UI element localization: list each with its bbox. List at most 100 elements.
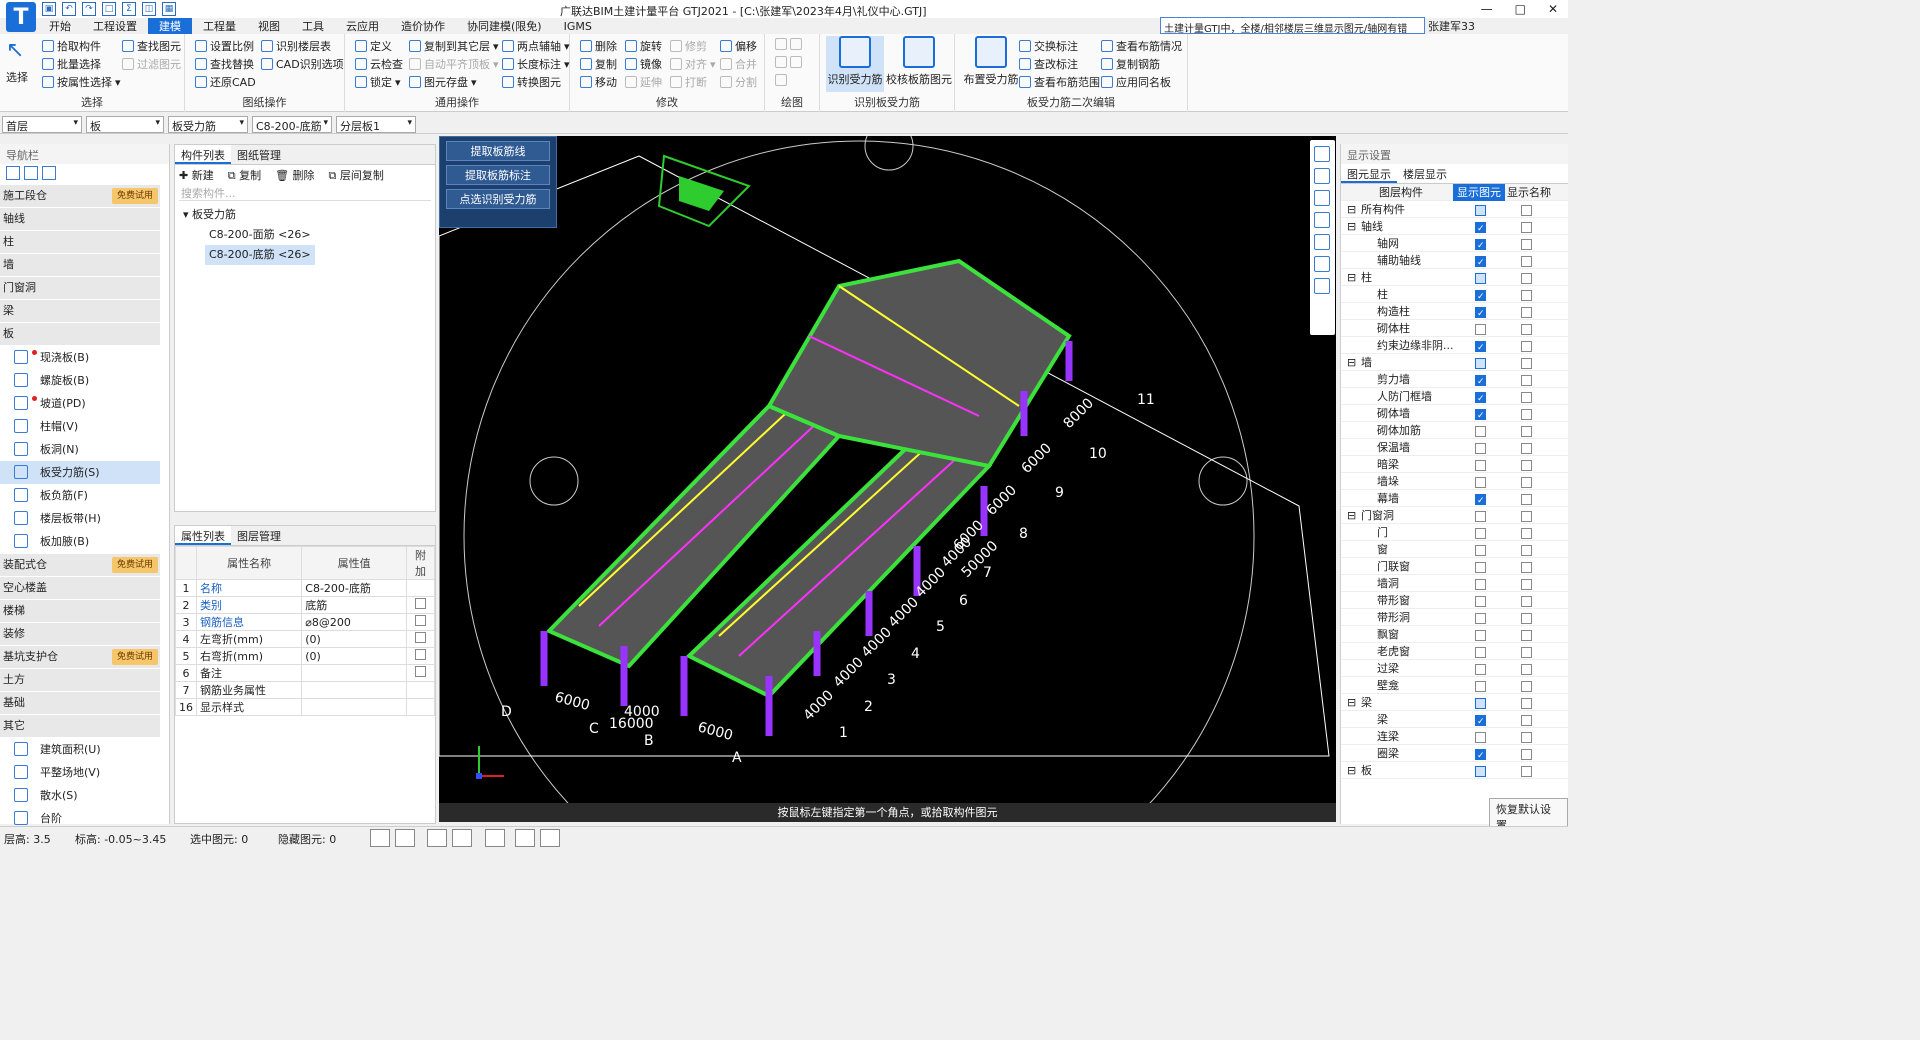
nav-category[interactable]: 基础 <box>0 692 160 714</box>
nav-category[interactable]: 土方 <box>0 669 160 691</box>
align-top-button[interactable]: 自动平齐顶板 ▾ <box>409 56 499 72</box>
copy-component-button[interactable]: ⧉ 复制 <box>228 167 261 183</box>
minimize-icon[interactable]: — <box>1481 2 1493 16</box>
show-element-checkbox[interactable] <box>1475 391 1486 408</box>
batch-select-button[interactable]: 批量选择 <box>42 56 101 72</box>
copy-between-floors-button[interactable]: ⧉ 层间复制 <box>329 167 384 183</box>
show-element-checkbox[interactable] <box>1475 698 1486 709</box>
layer-select[interactable]: 分层板1 <box>336 116 416 133</box>
nav-category[interactable]: 门窗洞 <box>0 277 160 299</box>
fullscreen-icon[interactable] <box>1314 234 1330 250</box>
show-name-checkbox[interactable] <box>1521 766 1532 777</box>
show-element-checkbox[interactable] <box>1475 714 1486 731</box>
menu-item-3[interactable]: 工程量 <box>192 18 247 35</box>
nav-category[interactable]: 施工段仓 免费试用 <box>0 185 160 207</box>
property-row[interactable]: 6 备注 <box>175 664 435 682</box>
collapse-icon[interactable]: ⊟ <box>1347 694 1356 711</box>
arc-draw-icon[interactable] <box>775 74 787 86</box>
filter-element-button[interactable]: 过滤图元 <box>122 56 181 72</box>
edit-label-button[interactable]: 查改标注 <box>1019 56 1078 72</box>
angle-toggle[interactable] <box>452 829 472 847</box>
offset-button[interactable]: 偏移 <box>720 38 757 54</box>
redo-icon[interactable]: ↷ <box>82 2 96 16</box>
two-point-axis-button[interactable]: 两点辅轴 ▾ <box>502 38 570 54</box>
show-name-checkbox[interactable] <box>1521 460 1532 471</box>
show-element-checkbox[interactable] <box>1475 289 1486 306</box>
cloud-check-button[interactable]: 云检查 <box>355 56 403 72</box>
collapse-icon[interactable]: ⊟ <box>1347 269 1356 286</box>
nav-category[interactable]: 空心楼盖 <box>0 577 160 599</box>
show-name-checkbox[interactable] <box>1521 443 1532 454</box>
show-name-checkbox[interactable] <box>1521 647 1532 658</box>
view-icon[interactable]: ◫ <box>142 2 156 16</box>
floor-select[interactable]: 首层 <box>2 116 82 133</box>
extract-rebar-label-button[interactable]: 提取板筋标注 <box>446 165 550 185</box>
maximize-icon[interactable]: □ <box>1515 2 1526 16</box>
show-element-checkbox[interactable] <box>1475 545 1486 556</box>
collapse-icon[interactable]: ⊟ <box>1347 201 1356 218</box>
rotate-button[interactable]: 旋转 <box>625 38 662 54</box>
cube-icon[interactable] <box>1314 212 1330 228</box>
tab-property-list[interactable]: 属性列表 <box>175 526 231 545</box>
length-dim-button[interactable]: 长度标注 ▾ <box>502 56 570 72</box>
nav-category[interactable]: 柱 <box>0 231 160 253</box>
nav-item[interactable]: 板加腋(B) <box>0 530 160 553</box>
show-element-checkbox[interactable] <box>1475 273 1486 284</box>
show-name-checkbox[interactable] <box>1521 511 1532 522</box>
show-element-checkbox[interactable] <box>1475 443 1486 454</box>
show-name-checkbox[interactable] <box>1521 749 1532 760</box>
nav-item[interactable]: 现浇板(B) <box>0 346 160 369</box>
show-name-checkbox[interactable] <box>1521 494 1532 505</box>
merge-button[interactable]: 合并 <box>720 56 757 72</box>
copy-to-floor-button[interactable]: 复制到其它层 ▾ <box>409 38 499 54</box>
identify-floor-table-button[interactable]: 识别楼层表 <box>261 38 331 54</box>
show-name-checkbox[interactable] <box>1521 307 1532 318</box>
property-row[interactable]: 7 钢筋业务属性 <box>175 681 435 699</box>
show-name-checkbox[interactable] <box>1521 392 1532 403</box>
show-element-checkbox[interactable] <box>1475 358 1486 369</box>
attach-checkbox[interactable] <box>415 598 426 609</box>
attach-checkbox[interactable] <box>415 632 426 643</box>
collapse-icon[interactable]: ⊟ <box>1347 507 1356 524</box>
show-element-checkbox[interactable] <box>1475 630 1486 641</box>
nav-item[interactable]: 平整场地(V) <box>0 761 160 784</box>
tab-layer-manage[interactable]: 图层管理 <box>231 526 287 545</box>
property-row[interactable]: 16 显示样式 <box>175 698 435 716</box>
copy-button[interactable]: 复制 <box>580 56 617 72</box>
show-name-checkbox[interactable] <box>1521 579 1532 590</box>
show-element-checkbox[interactable] <box>1475 596 1486 607</box>
type-select[interactable]: 板 <box>86 116 164 133</box>
show-element-checkbox[interactable] <box>1475 528 1486 539</box>
show-name-checkbox[interactable] <box>1521 477 1532 488</box>
show-element-checkbox[interactable] <box>1475 664 1486 675</box>
identify-rebar-button[interactable]: 识别受力筋 <box>826 36 884 92</box>
delete-component-button[interactable]: 🗑 删除 <box>275 167 314 183</box>
nav-item[interactable]: 柱帽(V) <box>0 415 160 438</box>
show-element-checkbox[interactable] <box>1475 766 1486 777</box>
nav-category[interactable]: 轴线 <box>0 208 160 230</box>
swap-label-button[interactable]: 交换标注 <box>1019 38 1078 54</box>
show-element-checkbox[interactable] <box>1475 221 1486 238</box>
component-select[interactable]: C8-200-底筋 <box>252 116 332 133</box>
apply-same-slab-button[interactable]: 应用同名板 <box>1101 74 1171 90</box>
show-name-checkbox[interactable] <box>1521 290 1532 301</box>
point-identify-button[interactable]: 点选识别受力筋 <box>446 189 550 209</box>
app-logo[interactable]: T <box>6 2 36 32</box>
menu-item-4[interactable]: 视图 <box>247 18 291 35</box>
show-element-checkbox[interactable] <box>1475 306 1486 323</box>
object-snap-toggle[interactable] <box>485 829 505 847</box>
copy-rebar-button[interactable]: 复制钢筋 <box>1101 56 1160 72</box>
orbit-icon[interactable] <box>1314 146 1330 162</box>
user-name[interactable]: 张建军33 <box>1428 18 1475 34</box>
show-element-checkbox[interactable] <box>1475 562 1486 573</box>
place-rebar-button[interactable]: 布置受力筋 <box>961 36 1021 87</box>
2d-view-icon[interactable] <box>1314 168 1330 184</box>
extract-rebar-line-button[interactable]: 提取板筋线 <box>446 141 550 161</box>
tab-floor-display[interactable]: 楼层显示 <box>1397 164 1453 183</box>
find-element-button[interactable]: 查找图元 <box>122 38 181 54</box>
cad-options-button[interactable]: CAD识别选项 <box>261 56 344 72</box>
show-name-checkbox[interactable] <box>1521 239 1532 250</box>
menu-item-0[interactable]: 开始 <box>38 18 82 35</box>
delete-button[interactable]: 删除 <box>580 38 617 54</box>
select-button[interactable]: ↖ 选择 <box>6 38 28 85</box>
